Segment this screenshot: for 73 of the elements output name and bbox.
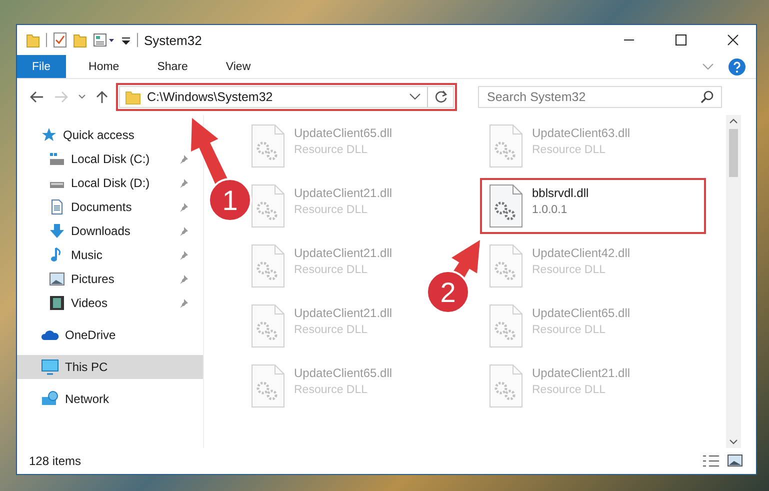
file-item[interactable]: bblsrvdl.dll 1.0.0.1 [482, 180, 704, 232]
sidebar-item[interactable]: Music [17, 243, 108, 267]
address-bar[interactable]: C:\Windows\System32 [119, 86, 454, 108]
sidebar-item[interactable]: Network [17, 387, 116, 411]
file-name: UpdateClient21.dll [294, 306, 392, 320]
pin-icon[interactable] [179, 250, 189, 260]
details-view-icon[interactable] [702, 454, 720, 468]
file-detail: Resource DLL [532, 144, 607, 156]
scrollbar-thumb[interactable] [729, 129, 738, 177]
file-detail: Resource DLL [294, 144, 369, 156]
file-name: UpdateClient65.dll [294, 366, 392, 380]
file-detail: Resource DLL [294, 384, 369, 396]
file-name: UpdateClient65.dll [294, 126, 392, 140]
dll-file-icon[interactable] [488, 184, 524, 228]
file-detail: Resource DLL [294, 324, 369, 336]
pin-icon[interactable] [179, 202, 189, 212]
file-detail: Resource DLL [532, 384, 607, 396]
help-icon[interactable] [728, 58, 746, 76]
sidebar-item[interactable]: Videos [17, 291, 114, 315]
star-icon [41, 127, 57, 143]
file-name: UpdateClient63.dll [532, 126, 630, 140]
sidebar-item[interactable]: This PC [17, 355, 203, 379]
sidebar-item[interactable]: Documents [17, 195, 138, 219]
search-field[interactable]: Search System32 [478, 86, 722, 108]
picture-icon [49, 272, 65, 286]
address-path: C:\Windows\System32 [147, 90, 273, 104]
pin-icon[interactable] [179, 274, 189, 284]
file-name: UpdateClient65.dll [532, 306, 630, 320]
file-name: UpdateClient21.dll [532, 366, 630, 380]
sidebar-item[interactable]: Local Disk (C:) [17, 147, 156, 171]
folder-icon [125, 89, 141, 105]
sidebar-item[interactable]: OneDrive [17, 323, 122, 347]
file-detail: Resource DLL [532, 264, 607, 276]
file-name: bblsrvdl.dll [532, 186, 589, 200]
ribbon-tab[interactable]: Share [142, 55, 203, 78]
item-count: 128 items [29, 454, 82, 468]
file-detail: Resource DLL [294, 264, 369, 276]
ribbon-tab[interactable]: View [210, 55, 266, 78]
file-name: UpdateClient42.dll [532, 246, 630, 260]
ribbon-tab[interactable]: File [17, 55, 66, 78]
pin-icon[interactable] [179, 154, 189, 164]
checklist-icon[interactable] [53, 32, 67, 48]
monitor-icon [41, 359, 59, 375]
file-detail: Resource DLL [294, 204, 369, 216]
chevron-icon[interactable] [409, 92, 421, 102]
sidebar-item[interactable]: Quick access [17, 123, 140, 147]
sidebar-item[interactable]: Local Disk (D:) [17, 171, 156, 195]
file-detail: Resource DLL [532, 324, 607, 336]
sidebar-item[interactable]: Pictures [17, 267, 120, 291]
refresh-icon[interactable] [434, 90, 448, 104]
pin-icon[interactable] [179, 298, 189, 308]
properties-icon[interactable] [93, 32, 115, 48]
search-icon[interactable] [700, 90, 714, 104]
file-name: UpdateClient21.dll [294, 246, 392, 260]
window-title: System32 [144, 32, 202, 48]
ribbon-tab[interactable]: Home [74, 55, 134, 78]
download-arrow-icon [49, 223, 65, 239]
pin-icon[interactable] [179, 226, 189, 236]
thumbnail-view-icon[interactable] [726, 454, 744, 468]
folder-icon [26, 32, 40, 48]
back-arrow-icon[interactable] [29, 90, 45, 104]
pin-icon[interactable] [179, 178, 189, 188]
up-arrow-icon[interactable] [95, 90, 109, 104]
sidebar-item[interactable]: Downloads [17, 219, 136, 243]
file-name: UpdateClient21.dll [294, 186, 392, 200]
film-icon [49, 295, 65, 311]
folder-icon[interactable] [73, 32, 87, 48]
cloud-icon [41, 328, 59, 342]
forward-arrow-icon[interactable] [53, 90, 69, 104]
file-detail: 1.0.0.1 [532, 204, 568, 216]
document-icon [49, 199, 65, 215]
drive-icon [49, 152, 65, 166]
network-icon [41, 391, 59, 407]
